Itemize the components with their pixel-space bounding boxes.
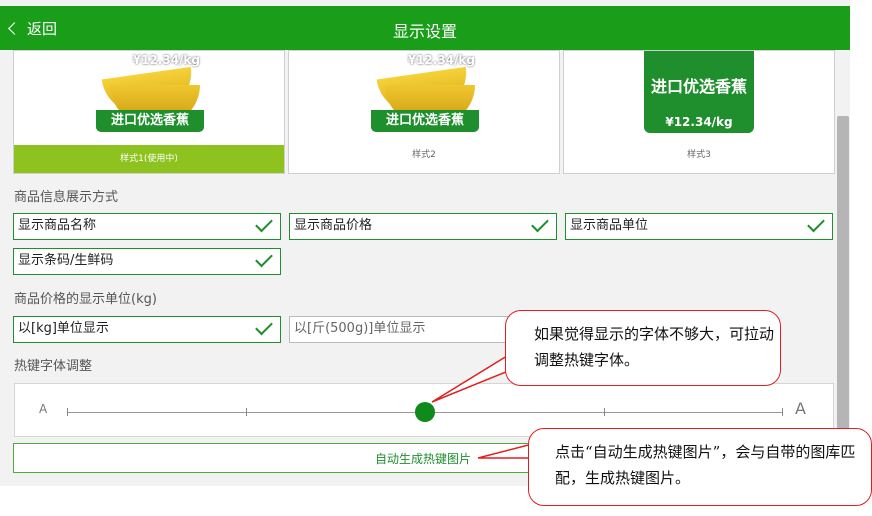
callout-font-text: 如果觉得显示的字体不够大，可拉动调整热键字体。 bbox=[534, 325, 775, 369]
callout-generate-tip: 点击“自动生成热键图片”，会与自带的图库匹配，生成热键图片。 bbox=[528, 428, 872, 506]
callout-generate-text: 点击“自动生成热键图片”，会与自带的图库匹配，生成热键图片。 bbox=[555, 443, 856, 487]
callout-font-tip: 如果觉得显示的字体不够大，可拉动调整热键字体。 bbox=[505, 310, 781, 386]
